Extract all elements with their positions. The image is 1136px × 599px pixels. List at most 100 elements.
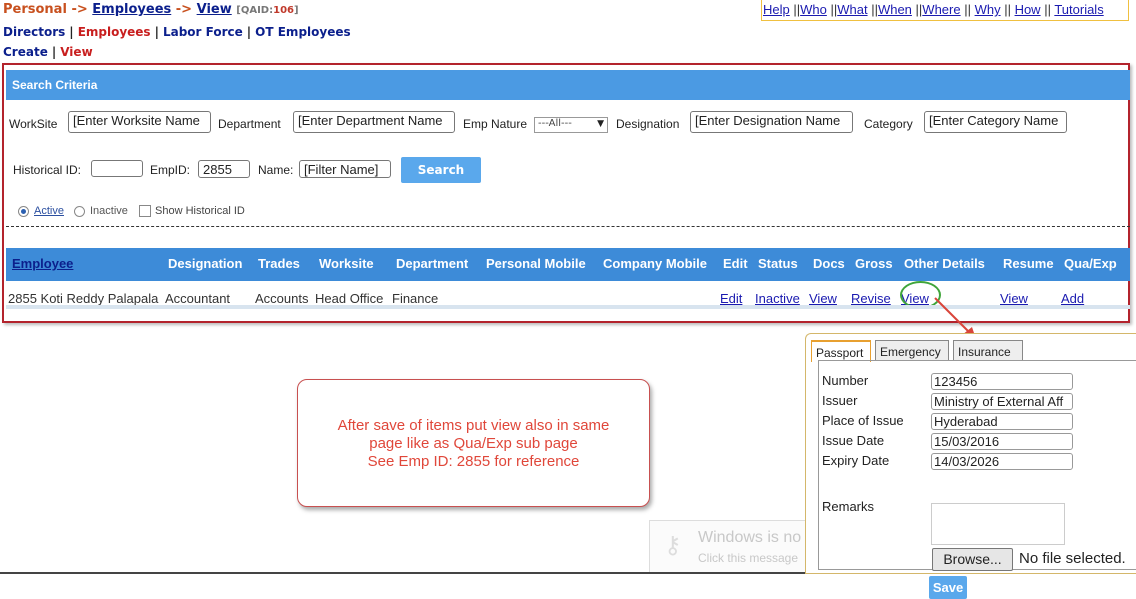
nav-view[interactable]: View (60, 45, 92, 59)
col-company-mobile: Company Mobile (603, 256, 708, 271)
issuer-label: Issuer (822, 393, 858, 408)
place-of-issue-field[interactable]: Hyderabad (931, 413, 1073, 430)
divider (6, 226, 1130, 227)
tutorials-link[interactable]: Tutorials (1054, 2, 1103, 17)
windows-activation-notice[interactable]: ⚷ Windows is no Click this message (649, 520, 809, 574)
active-label: Active (34, 205, 64, 217)
cell-designation: Accountant (165, 291, 231, 306)
empid-input[interactable]: 2855 (198, 160, 250, 178)
key-icon: ⚷ (664, 532, 682, 559)
nav-directors[interactable]: Directors (3, 25, 65, 39)
cell-department: Finance (392, 291, 439, 306)
department-label: Department (218, 117, 281, 131)
expiry-date-field[interactable]: 14/03/2026 (931, 453, 1073, 470)
col-qua-exp: Qua/Exp (1064, 256, 1117, 271)
place-of-issue-label: Place of Issue (822, 413, 904, 428)
breadcrumb-arrow: -> (71, 2, 88, 17)
qaid-label: [QAID:106] (236, 5, 299, 16)
help-link[interactable]: Help (763, 2, 790, 17)
where-link[interactable]: Where (922, 2, 960, 17)
search-criteria-header: Search Criteria (6, 70, 1130, 100)
designation-input[interactable]: [Enter Designation Name (690, 111, 853, 133)
col-employee[interactable]: Employee (12, 256, 73, 271)
col-gross: Gross (855, 256, 893, 271)
col-resume: Resume (1003, 256, 1054, 271)
col-department: Department (396, 256, 469, 271)
nav-create[interactable]: Create (3, 45, 48, 59)
emp-nature-label: Emp Nature (463, 117, 528, 131)
show-historical-checkbox[interactable] (139, 205, 151, 217)
chevron-down-icon: ▼ (597, 119, 604, 129)
action-nav: Create | View (3, 45, 93, 59)
col-edit: Edit (723, 256, 748, 271)
worksite-input[interactable]: [Enter Worksite Name (68, 111, 211, 133)
issuer-field[interactable]: Ministry of External Aff (931, 393, 1073, 410)
number-field[interactable]: 123456 (931, 373, 1073, 390)
category-label: Category (864, 117, 913, 131)
breadcrumb-personal: Personal (3, 2, 67, 17)
tab-emergency[interactable]: Emergency (875, 340, 949, 360)
remarks-textarea[interactable] (931, 503, 1065, 545)
col-other-details: Other Details (904, 256, 985, 271)
windows-notice-text: Click this message (698, 551, 799, 565)
breadcrumb-arrow: -> (175, 2, 193, 17)
name-input[interactable]: [Filter Name] (299, 160, 391, 178)
tab-passport[interactable]: Passport (811, 340, 871, 362)
section-nav: Directors | Employees | Labor Force | OT Emplo… (3, 25, 351, 39)
qua-exp-add-link[interactable]: Add (1061, 291, 1084, 306)
why-link[interactable]: Why (975, 2, 1001, 17)
inactive-radio[interactable] (74, 206, 85, 217)
historical-id-input[interactable] (91, 160, 143, 177)
show-historical-label: Show Historical ID (155, 205, 245, 217)
annotation-note: After save of items put view also in sam… (297, 379, 650, 507)
historical-id-label: Historical ID: (13, 163, 82, 177)
col-worksite: Worksite (319, 256, 374, 271)
col-designation: Designation (168, 256, 243, 271)
passport-form: Number 123456 Issuer Ministry of Externa… (818, 360, 1136, 599)
issue-date-field[interactable]: 15/03/2016 (931, 433, 1073, 450)
passport-subpanel: Passport Emergency Insurance Number 1234… (805, 333, 1136, 599)
active-radio[interactable] (18, 206, 29, 217)
how-link[interactable]: How (1015, 2, 1041, 17)
name-label: Name: (258, 163, 294, 177)
empid-label: EmpID: (150, 163, 191, 177)
docs-view-link[interactable]: View (809, 291, 837, 306)
status-link[interactable]: Inactive (755, 291, 800, 306)
note-line-1: After save of items put view also in sam… (337, 417, 610, 434)
save-button[interactable]: Save (929, 576, 967, 599)
gross-revise-link[interactable]: Revise (851, 291, 891, 306)
breadcrumb-employees-link[interactable]: Employees (92, 2, 171, 17)
worksite-label: WorkSite (9, 117, 58, 131)
cell-employee: 2855 Koti Reddy Palapala (8, 291, 159, 306)
tab-insurance[interactable]: Insurance (953, 340, 1023, 360)
breadcrumb-view-link[interactable]: View (197, 2, 232, 17)
inactive-label: Inactive (90, 205, 128, 217)
emp-nature-select[interactable]: ---All--- ▼ (534, 117, 608, 133)
issue-date-label: Issue Date (822, 433, 885, 448)
category-input[interactable]: [Enter Category Name (924, 111, 1067, 133)
browse-button[interactable]: Browse... (932, 548, 1013, 571)
note-line-2: page like as Qua/Exp sub page (369, 435, 578, 452)
cell-worksite: Head Office (315, 291, 384, 306)
nav-employees[interactable]: Employees (78, 25, 151, 39)
who-link[interactable]: Who (800, 2, 827, 17)
nav-ot-employees[interactable]: OT Employees (255, 25, 350, 39)
search-button[interactable]: Search (401, 157, 481, 183)
what-link[interactable]: What (837, 2, 867, 17)
search-panel: Search Criteria WorkSite [Enter Worksite… (2, 63, 1130, 323)
table-header: Employee Designation Trades Worksite Dep… (6, 248, 1130, 281)
department-input[interactable]: [Enter Department Name (293, 111, 455, 133)
edit-link[interactable]: Edit (720, 291, 742, 306)
breadcrumb: Personal -> Employees -> View [QAID:106] (3, 2, 299, 17)
col-personal-mobile: Personal Mobile (486, 256, 586, 271)
windows-notice-title: Windows is no (698, 529, 802, 546)
designation-label: Designation (616, 117, 680, 131)
cell-trades: Accounts (255, 291, 309, 306)
col-trades: Trades (258, 256, 300, 271)
file-status: No file selected. (1019, 550, 1126, 567)
note-line-3: See Emp ID: 2855 for reference (367, 453, 580, 470)
expiry-date-label: Expiry Date (822, 453, 890, 468)
when-link[interactable]: When (878, 2, 912, 17)
help-menu: Help ||Who ||What ||When ||Where || Why … (761, 0, 1129, 21)
nav-labor-force[interactable]: Labor Force (163, 25, 243, 39)
